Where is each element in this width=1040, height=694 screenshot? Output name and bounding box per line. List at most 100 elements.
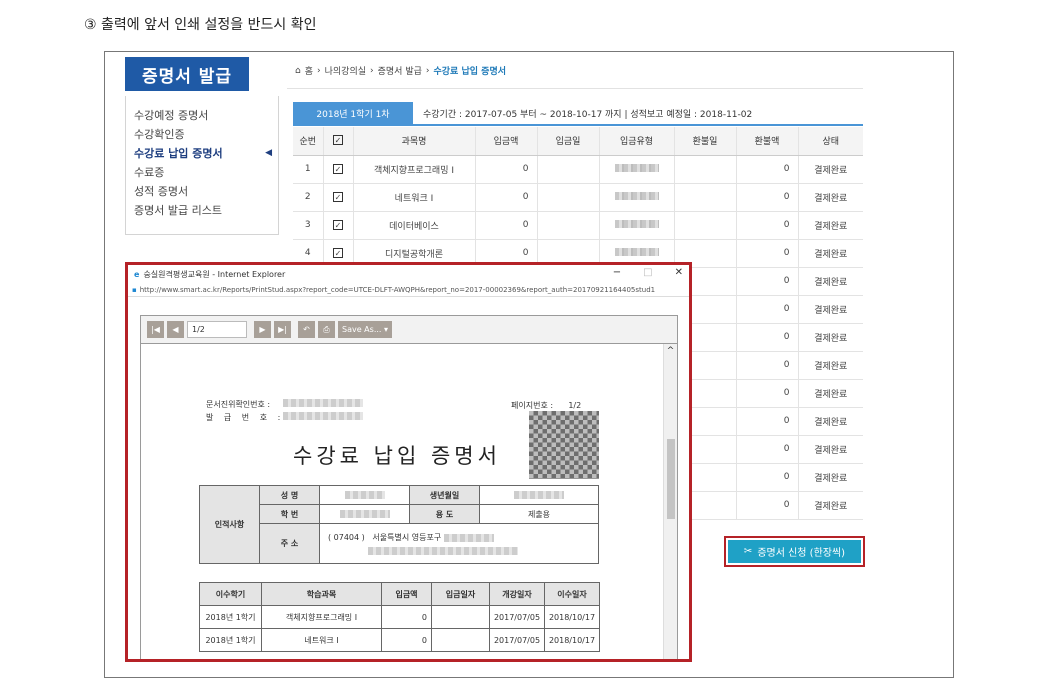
refund-amount: 0: [735, 435, 798, 464]
status: 결제완료: [797, 463, 863, 492]
row-checkbox[interactable]: ✓: [333, 163, 343, 174]
save-as-button[interactable]: Save As... ▾: [338, 321, 393, 338]
history-cell: 2017/07/05: [489, 628, 545, 652]
course-name: 데이터베이스: [352, 211, 475, 240]
refund-amount: 0: [735, 379, 798, 408]
row-checkbox[interactable]: ✓: [333, 191, 343, 202]
status: 결제완료: [797, 379, 863, 408]
breadcrumb: ⌂ 홈 › 나의강의실 › 증명서 발급 › 수강료 납입 증명서: [295, 64, 507, 78]
last-page-icon[interactable]: ▶|: [274, 321, 291, 338]
status: 결제완료: [797, 239, 863, 268]
breadcrumb-current: 수강료 납입 증명서: [433, 67, 507, 77]
semester-tab[interactable]: 2018년 1학기 1차: [293, 102, 413, 124]
address-bar[interactable]: ▪ http://www.smart.ac.kr/Reports/PrintSt…: [128, 283, 689, 297]
paid-amount: 0: [474, 183, 537, 212]
history-cell: 2018/10/17: [544, 605, 600, 629]
refund-amount: 0: [735, 491, 798, 520]
status: 결제완료: [797, 295, 863, 324]
page-number: 페이지번호 : 1/2: [511, 400, 581, 411]
next-page-icon[interactable]: ▶: [254, 321, 271, 338]
select-all-checkbox[interactable]: ✓: [333, 135, 343, 146]
breadcrumb-home[interactable]: 홈: [305, 64, 313, 77]
history-cell: 객체지향프로그래밍 I: [261, 605, 382, 629]
row-number: 1: [293, 155, 323, 184]
column-header[interactable]: ✓: [322, 127, 353, 156]
chevron-right-icon: ›: [370, 65, 374, 76]
table-row: 3 ✓ 데이터베이스 0 0 결제완료: [293, 211, 863, 240]
back-icon[interactable]: ↶: [298, 321, 315, 338]
paid-date: [536, 183, 599, 212]
refund-date: [673, 155, 736, 184]
sidebar-item[interactable]: 수강예정 증명서: [126, 106, 278, 125]
maximize-icon[interactable]: □: [643, 267, 652, 278]
history-cell: [431, 628, 490, 652]
scroll-up-icon[interactable]: ^: [664, 346, 677, 356]
address-value: ( 07404 ) 서울특별시 영등포구: [319, 523, 599, 564]
payment-type: [598, 211, 674, 240]
redacted-value: [614, 191, 659, 200]
print-icon[interactable]: ⎙: [318, 321, 335, 338]
chevron-right-icon: ›: [317, 65, 321, 76]
name-value: [319, 485, 410, 505]
refund-date: [673, 183, 736, 212]
breadcrumb-item[interactable]: 나의강의실: [325, 64, 366, 77]
status: 결제완료: [797, 183, 863, 212]
save-as-label: Save As...: [342, 325, 382, 334]
minimize-icon[interactable]: −: [613, 267, 621, 278]
paid-date: [536, 211, 599, 240]
column-header: 입금유형: [598, 127, 674, 156]
status: 결제완료: [797, 491, 863, 520]
page-input[interactable]: 1/2: [187, 321, 247, 338]
previous-page-icon[interactable]: ◀: [167, 321, 184, 338]
first-page-icon[interactable]: |◀: [147, 321, 164, 338]
status: 결제완료: [797, 323, 863, 352]
column-header: 환불일: [673, 127, 736, 156]
status: 결제완료: [797, 351, 863, 380]
row-number: 2: [293, 183, 323, 212]
history-cell: 2018년 1학기: [199, 628, 262, 652]
history-column-header: 입금일자: [431, 582, 490, 606]
row-checkbox[interactable]: ✓: [333, 247, 343, 258]
scroll-thumb[interactable]: [667, 439, 675, 519]
page-number-label: 페이지번호 :: [511, 401, 554, 410]
tools-icon: ✂: [743, 546, 753, 557]
ie-logo-icon: e: [134, 269, 140, 279]
redacted-value: [614, 219, 659, 228]
history-cell: [431, 605, 490, 629]
sidebar-menu: 수강예정 증명서수강확인증수강료 납입 증명서수료증성적 증명서증명서 발급 리…: [125, 96, 279, 235]
paid-amount: 0: [474, 155, 537, 184]
zip-code: ( 07404 ): [328, 533, 365, 542]
close-icon[interactable]: ✕: [675, 267, 683, 278]
history-column-header: 이수일자: [544, 582, 600, 606]
refund-amount: 0: [735, 351, 798, 380]
history-cell: 2017/07/05: [489, 605, 545, 629]
apply-certificate-button[interactable]: ✂ 증명서 신청 (한장씩): [724, 536, 865, 567]
row-checkbox[interactable]: ✓: [333, 219, 343, 230]
sidebar-item[interactable]: 수강확인증: [126, 125, 278, 144]
paid-amount: 0: [474, 211, 537, 240]
status: 결제완료: [797, 407, 863, 436]
instruction-caption: ③ 출력에 앞서 인쇄 설정을 반드시 확인: [84, 17, 317, 33]
vertical-scrollbar[interactable]: ^: [663, 344, 677, 659]
sidebar-title: 증명서 발급: [125, 57, 249, 91]
address-label: 주 소: [259, 523, 320, 564]
purpose-label: 용 도: [409, 504, 480, 524]
breadcrumb-item[interactable]: 증명서 발급: [378, 64, 422, 77]
refund-amount: 0: [735, 211, 798, 240]
viewer-toolbar: |◀ ◀ 1/2 ▶ ▶| ↶ ⎙ Save As... ▾: [141, 316, 677, 344]
sidebar-item[interactable]: 수강료 납입 증명서: [126, 144, 278, 163]
page-icon: ▪: [132, 285, 137, 294]
redacted-value: [283, 399, 363, 407]
history-cell: 2018/10/17: [544, 628, 600, 652]
chevron-right-icon: ›: [425, 65, 430, 76]
page-number-value: 1/2: [568, 401, 582, 410]
redacted-value: [283, 412, 363, 420]
column-header: 순번: [293, 127, 323, 156]
sidebar-item[interactable]: 성적 증명서: [126, 182, 278, 201]
divider: [293, 124, 863, 126]
sidebar-item[interactable]: 증명서 발급 리스트: [126, 201, 278, 220]
sidebar-item[interactable]: 수료증: [126, 163, 278, 182]
home-icon[interactable]: ⌂: [295, 66, 301, 76]
name-label: 성 명: [259, 485, 320, 505]
report-viewer: |◀ ◀ 1/2 ▶ ▶| ↶ ⎙ Save As... ▾ 문서진위확인번호 …: [140, 315, 678, 659]
